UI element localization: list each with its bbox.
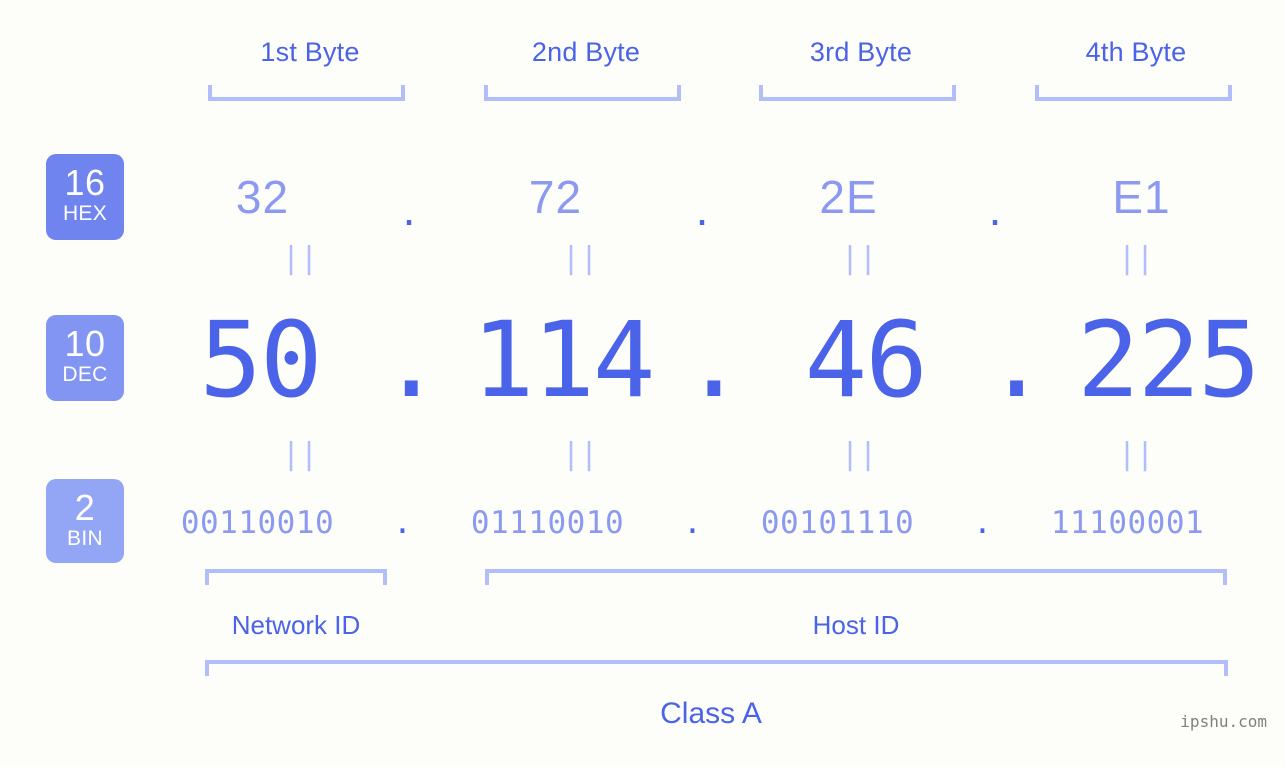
hex-separator-3: . <box>988 183 1002 235</box>
equals-mark-hex-dec-3: || <box>840 241 878 276</box>
binary-separator-2: . <box>683 505 702 541</box>
byte-bracket-2 <box>484 85 681 101</box>
decimal-value-row: 50 . 114 . 46 . 225 <box>140 290 1260 430</box>
host-id-label: Host ID <box>812 610 900 640</box>
equals-mark-dec-bin-1: || <box>281 437 319 472</box>
equals-mark-hex-dec-1: || <box>281 241 319 276</box>
class-bracket <box>205 660 1228 676</box>
binary-byte-4: 11100001 <box>1050 505 1205 541</box>
binary-separator-3: . <box>973 505 992 541</box>
base-badge-bin-number: 2 <box>74 487 96 528</box>
network-id-label: Network ID <box>231 610 361 640</box>
hex-value-row: 32 . 72 . 2E . E1 <box>150 155 1255 239</box>
base-badge-bin-name: BIN <box>67 527 103 550</box>
hex-separator-1: . <box>402 183 416 235</box>
site-watermark: ipshu.com <box>1180 712 1267 731</box>
base-badge-bin: 2 BIN <box>46 479 124 563</box>
equals-mark-dec-bin-3: || <box>840 437 878 472</box>
decimal-byte-4: 225 <box>1076 299 1261 421</box>
decimal-byte-3: 46 <box>804 299 928 421</box>
hex-separator-2: . <box>695 183 709 235</box>
hex-byte-3: 2E <box>819 171 878 223</box>
equals-mark-hex-dec-4: || <box>1117 241 1155 276</box>
byte-label-2: 2nd Byte <box>531 37 641 67</box>
base-badge-dec: 10 DEC <box>46 315 124 401</box>
binary-value-row: 00110010 . 01110010 . 00101110 . 1110000… <box>150 492 1255 554</box>
hex-byte-1: 32 <box>235 171 290 223</box>
byte-label-3: 3rd Byte <box>809 37 913 67</box>
binary-byte-1: 00110010 <box>180 505 335 541</box>
class-label: Class A <box>660 697 762 730</box>
network-id-bracket <box>205 569 387 585</box>
byte-bracket-3 <box>759 85 956 101</box>
byte-label-1: 1st Byte <box>260 37 360 67</box>
decimal-separator-2: . <box>682 299 746 421</box>
decimal-separator-3: . <box>985 299 1048 421</box>
base-badge-dec-number: 10 <box>64 323 106 364</box>
decimal-byte-1: 50 <box>199 299 322 421</box>
byte-bracket-4 <box>1035 85 1232 101</box>
byte-bracket-1 <box>208 85 405 101</box>
equals-mark-dec-bin-2: || <box>561 437 599 472</box>
equals-mark-dec-bin-4: || <box>1117 437 1155 472</box>
hex-byte-2: 72 <box>528 171 583 223</box>
decimal-separator-1: . <box>380 299 443 421</box>
base-badge-dec-name: DEC <box>62 363 108 386</box>
binary-byte-3: 00101110 <box>760 505 915 541</box>
decimal-byte-2: 114 <box>471 299 656 421</box>
ip-address-breakdown-diagram: 1st Byte 2nd Byte 3rd Byte 4th Byte 16 H… <box>0 0 1285 767</box>
base-badge-hex-number: 16 <box>64 162 106 203</box>
host-id-bracket <box>485 569 1227 585</box>
base-badge-hex-name: HEX <box>62 202 108 225</box>
binary-separator-1: . <box>393 505 412 541</box>
byte-label-4: 4th Byte <box>1085 37 1187 67</box>
hex-byte-4: E1 <box>1112 171 1171 223</box>
binary-byte-2: 01110010 <box>470 505 625 541</box>
base-badge-hex: 16 HEX <box>46 154 124 240</box>
equals-mark-hex-dec-2: || <box>561 241 599 276</box>
